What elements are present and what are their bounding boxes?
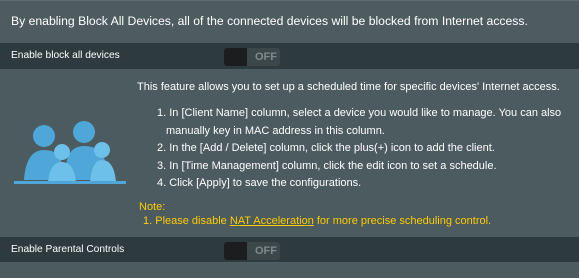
toggle-state-text: OFF — [255, 245, 277, 257]
parental-control-info-panel: This feature allows you to set up a sche… — [0, 69, 579, 237]
note-item: 1. Please disable NAT Acceleration for m… — [139, 215, 491, 229]
block-all-devices-row: Enable block all devices OFF — [0, 43, 579, 69]
note-block: Note: 1. Please disable NAT Acceleration… — [139, 201, 491, 228]
toggle-knob — [224, 242, 247, 260]
step-item: 4. Click [Apply] to save the configurati… — [157, 177, 362, 189]
block-all-devices-toggle[interactable]: OFF — [224, 48, 280, 66]
feature-description: This feature allows you to set up a sche… — [137, 81, 560, 93]
step-item: 1. In [Client Name] column, select a dev… — [157, 107, 562, 119]
setup-steps-list: 1. In [Client Name] column, select a dev… — [157, 105, 561, 193]
note-prefix: 1. Please disable — [143, 214, 230, 227]
toggle-state-text: OFF — [255, 51, 277, 63]
block-all-devices-label: Enable block all devices — [11, 50, 120, 61]
step-item-continuation: manually key in MAC address in this colu… — [166, 124, 385, 137]
bottom-panel-edge — [0, 264, 579, 278]
parental-controls-label: Enable Parental Controls — [11, 244, 125, 255]
block-all-description-text: By enabling Block All Devices, all of th… — [11, 14, 528, 28]
parental-controls-row: Enable Parental Controls OFF — [0, 237, 579, 263]
step-item: 2. In the [Add / Delete] column, click t… — [157, 142, 495, 154]
toggle-knob — [224, 48, 247, 66]
family-icon — [14, 121, 126, 184]
step-item: 3. In [Time Management] column, click th… — [157, 159, 497, 172]
block-all-description: By enabling Block All Devices, all of th… — [0, 0, 579, 43]
note-suffix: for more precise scheduling control. — [313, 214, 492, 227]
parental-controls-toggle[interactable]: OFF — [224, 242, 280, 260]
note-heading: Note: — [139, 201, 166, 213]
nat-acceleration-link[interactable]: NAT Acceleration — [230, 215, 314, 227]
